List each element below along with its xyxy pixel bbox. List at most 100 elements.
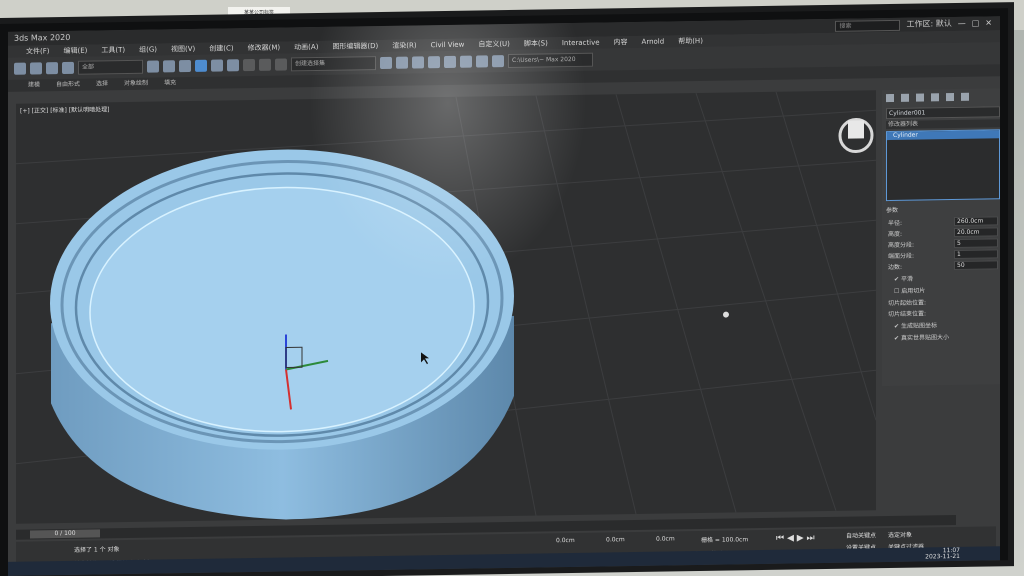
create-tab-icon[interactable] [886, 93, 894, 103]
unlink-icon[interactable] [62, 61, 74, 75]
move-tool-icon[interactable] [195, 59, 207, 72]
rotate-tool-icon[interactable] [211, 59, 223, 72]
menu-graph-editors[interactable]: 图形编辑器(D) [332, 40, 378, 53]
param-value-field[interactable]: 20.0cm [954, 227, 998, 238]
layer-explorer-icon[interactable] [412, 56, 424, 69]
curve-editor-icon[interactable] [444, 55, 456, 69]
selection-status: 选择了 1 个 对象 [74, 546, 120, 554]
z-coordinate-field[interactable]: 0.0cm [656, 535, 675, 542]
monitor: 3ds Max 2020 搜索 工作区: 默认 — □ ✕ 文件(F) 编辑(E… [0, 8, 1008, 576]
redo-icon[interactable] [30, 62, 42, 75]
named-selection-set[interactable]: 创建选择集 [291, 56, 376, 72]
ribbon-tab-selection[interactable]: 选择 [96, 78, 108, 90]
undo-icon[interactable] [14, 62, 26, 75]
screen: 3ds Max 2020 搜索 工作区: 默认 — □ ✕ 文件(F) 编辑(E… [8, 16, 1000, 576]
param-label: 切片起始位置: [888, 299, 927, 308]
parameters-rollout-title[interactable]: 参数 [886, 203, 1000, 214]
angle-snap-icon[interactable] [259, 58, 271, 71]
y-coordinate-field[interactable]: 0.0cm [606, 536, 625, 543]
grid-size: 栅格 = 100.0cm [701, 536, 749, 544]
motion-tab-icon[interactable] [931, 93, 939, 102]
menu-arnold[interactable]: Arnold [642, 36, 665, 48]
gen-mapping-coords-checkbox[interactable]: ✔ 生成贴图坐标 [894, 319, 992, 330]
checkbox-label: 启用切片 [901, 287, 926, 295]
viewcube-icon [838, 118, 874, 154]
param-label: 高度分段: [888, 241, 915, 250]
menu-civil-view[interactable]: Civil View [431, 39, 465, 52]
scale-tool-icon[interactable] [227, 59, 239, 72]
select-object-icon[interactable] [147, 60, 159, 73]
scene-explorer-icon[interactable] [428, 56, 440, 69]
selection-filter-dropdown[interactable]: 全部 [78, 59, 143, 75]
param-value-field[interactable]: 5 [954, 238, 998, 249]
viewport-label[interactable]: [+] [正交] [标准] [默认明暗处理] [20, 104, 109, 114]
selected-object-dropdown[interactable]: 选定对象 [888, 530, 912, 539]
percent-snap-icon[interactable] [275, 58, 287, 71]
auto-key-button[interactable]: 自动关键点 [846, 530, 876, 539]
region-select-icon[interactable] [179, 59, 191, 73]
utilities-tab-icon[interactable] [961, 92, 969, 101]
render-icon[interactable] [492, 55, 504, 68]
project-path-dropdown[interactable]: C:\Users\~ Max 2020 [508, 52, 593, 69]
ribbon-tab-modeling[interactable]: 建模 [28, 79, 40, 91]
menu-create[interactable]: 创建(C) [209, 42, 233, 54]
ribbon-tab-populate[interactable]: 填充 [164, 77, 176, 89]
modify-tab-icon[interactable] [901, 93, 909, 102]
menu-view[interactable]: 视图(V) [171, 43, 195, 55]
ribbon-tab-object-paint[interactable]: 对象绘制 [124, 78, 148, 90]
playback-controls[interactable]: ⏮ ◀ ▶ ⏭ [776, 533, 815, 544]
menu-edit[interactable]: 编辑(E) [64, 45, 88, 57]
stack-item-cylinder[interactable]: Cylinder [887, 130, 999, 141]
param-height-segments: 高度分段: 5 [888, 238, 998, 249]
param-value-field[interactable]: 260.0cm [954, 216, 998, 227]
menu-modifiers[interactable]: 修改器(M) [248, 42, 281, 55]
snap-toggle-icon[interactable] [243, 58, 255, 72]
object-name-field[interactable]: Cylinder001 [886, 106, 1000, 120]
material-editor-icon[interactable] [460, 55, 472, 68]
menu-group[interactable]: 组(G) [139, 44, 157, 56]
time-slider[interactable]: 0 / 100 [30, 529, 100, 539]
maximize-icon[interactable]: □ [972, 17, 980, 31]
close-icon[interactable]: ✕ [985, 16, 992, 30]
search-input[interactable]: 搜索 [835, 19, 901, 32]
param-height: 高度: 20.0cm [888, 227, 998, 238]
app-title: 3ds Max 2020 [14, 32, 71, 43]
taskbar-clock[interactable]: 11:07 2023-11-21 [925, 547, 960, 561]
menu-help[interactable]: 帮助(H) [678, 35, 703, 47]
menu-animation[interactable]: 动画(A) [294, 41, 318, 53]
perspective-viewport[interactable]: [+] [正交] [标准] [默认明暗处理] [16, 90, 876, 524]
param-label: 半径: [888, 219, 903, 228]
menu-scripting[interactable]: 脚本(S) [524, 37, 548, 49]
hierarchy-tab-icon[interactable] [916, 93, 924, 102]
link-icon[interactable] [46, 62, 58, 75]
ribbon-tab-freeform[interactable]: 自由形式 [56, 79, 80, 91]
param-label: 切片结束位置: [888, 310, 927, 319]
menu-content[interactable]: 内容 [614, 36, 628, 48]
display-tab-icon[interactable] [946, 93, 954, 102]
minimize-icon[interactable]: — [958, 17, 966, 31]
param-value-field[interactable]: 50 [954, 260, 998, 271]
checkbox-label: 平滑 [900, 275, 913, 283]
workspace-label[interactable]: 工作区: 默认 [906, 17, 951, 32]
smooth-checkbox[interactable]: ✔ 平滑 [894, 272, 992, 283]
photo-scene: 某某公司标签 3ds Max 2020 搜索 工作区: 默认 — □ ✕ 文件(… [0, 0, 1024, 576]
slice-on-checkbox[interactable]: ☐ 启用切片 [894, 284, 992, 295]
menu-interactive[interactable]: Interactive [562, 37, 600, 50]
param-value-field[interactable]: 1 [954, 249, 998, 260]
param-cap-segments: 端面分段: 1 [888, 249, 998, 260]
real-world-map-size-checkbox[interactable]: ✔ 真实世界贴图大小 [894, 331, 992, 342]
render-setup-icon[interactable] [476, 55, 488, 68]
menu-rendering[interactable]: 渲染(R) [392, 39, 416, 51]
menu-file[interactable]: 文件(F) [26, 45, 50, 57]
slice-from-label: 切片起始位置: [888, 296, 998, 307]
modifier-list-dropdown[interactable]: 修改器列表 [886, 119, 1000, 130]
menu-customize[interactable]: 自定义(U) [478, 38, 510, 50]
align-icon[interactable] [396, 56, 408, 69]
select-by-name-icon[interactable] [163, 60, 175, 73]
zoom-cursor-icon [723, 311, 729, 318]
menu-tools[interactable]: 工具(T) [101, 44, 125, 56]
mirror-icon[interactable] [380, 56, 392, 70]
x-coordinate-field[interactable]: 0.0cm [556, 537, 575, 544]
param-sides: 边数: 50 [888, 260, 998, 271]
viewport-canvas[interactable] [16, 90, 876, 524]
